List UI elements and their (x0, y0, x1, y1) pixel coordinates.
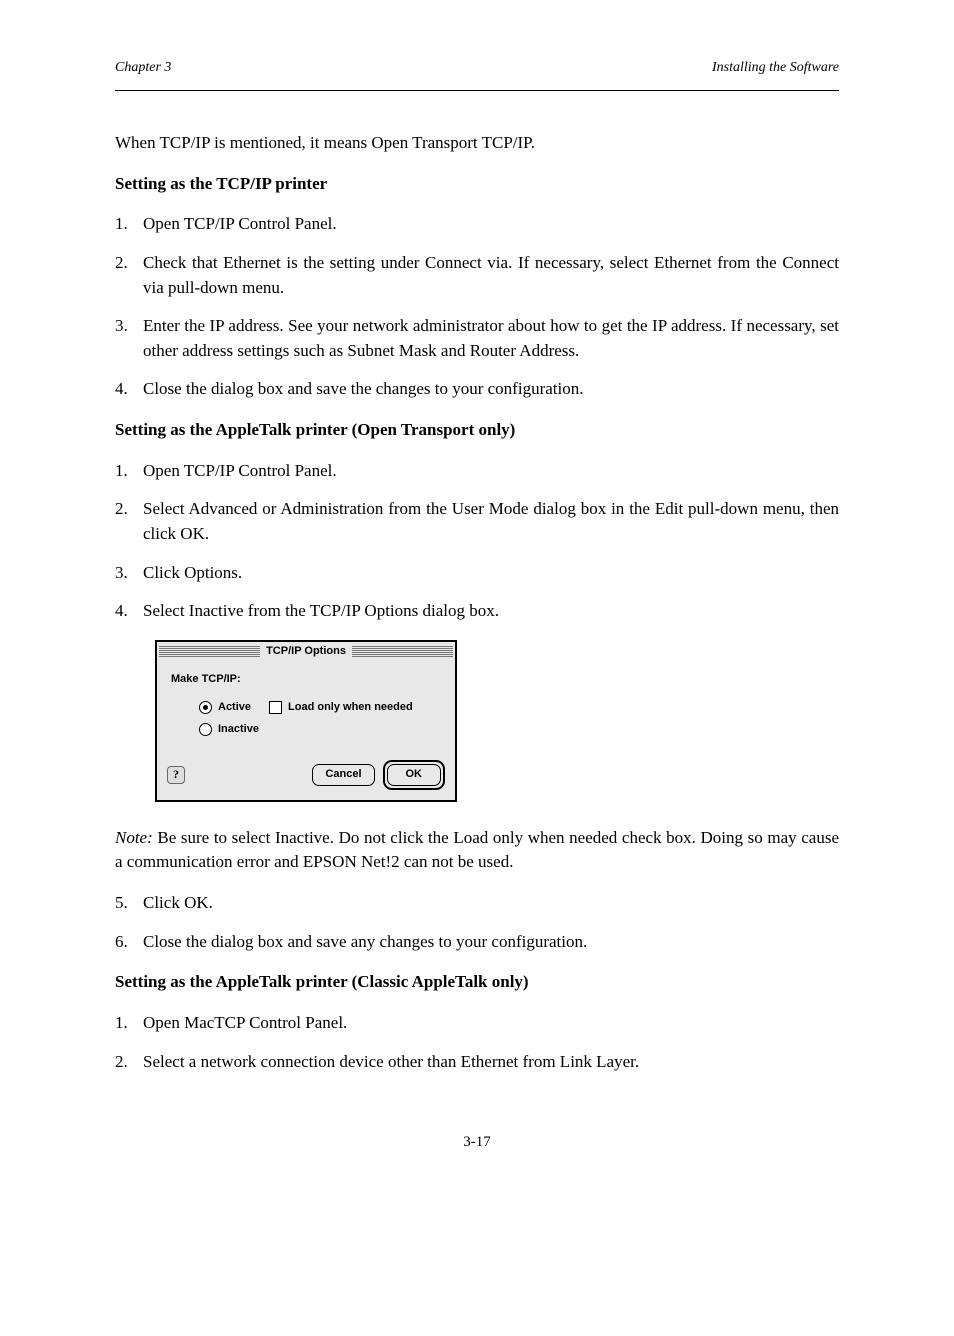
page-header: Chapter 3 Installing the Software (115, 60, 839, 80)
radio-inactive-label: Inactive (218, 722, 259, 738)
appletalk-classic-steps: 1.Open MacTCP Control Panel. 2.Select a … (115, 1011, 839, 1074)
appletalk-ot-steps: 1.Open TCP/IP Control Panel. 2.Select Ad… (115, 459, 839, 624)
intro-paragraph: When TCP/IP is mentioned, it means Open … (115, 131, 839, 156)
radio-active-label: Active (218, 700, 251, 716)
tcpip-steps: 1.Open TCP/IP Control Panel. 2.Check tha… (115, 212, 839, 402)
checkbox-load-only[interactable] (269, 701, 282, 714)
radio-active[interactable] (199, 701, 212, 714)
help-icon[interactable]: ? (167, 766, 185, 784)
section-heading-appletalk-classic: Setting as the AppleTalk printer (Classi… (115, 972, 529, 991)
appletalk-ot-steps-cont: 5.Click OK. 6.Close the dialog box and s… (115, 891, 839, 954)
titlebar-hatch-right (352, 646, 453, 658)
dialog-titlebar: TCP/IP Options (159, 644, 453, 660)
header-chapter: Chapter 3 (115, 60, 171, 76)
ok-button-frame: OK (383, 760, 446, 790)
ok-button[interactable]: OK (387, 764, 442, 786)
dialog-title: TCP/IP Options (260, 644, 352, 660)
note-text: Be sure to select Inactive. Do not click… (115, 828, 839, 872)
cancel-button[interactable]: Cancel (312, 764, 374, 786)
appletalk-ot-step-2: Select Advanced or Administration from t… (143, 497, 839, 546)
titlebar-hatch-left (159, 646, 260, 658)
note-label: Note: (115, 828, 153, 847)
tcpip-step-2: Check that Ethernet is the setting under… (143, 251, 839, 300)
appletalk-ot-step-1: Open TCP/IP Control Panel. (143, 459, 839, 484)
checkbox-load-only-label: Load only when needed (288, 700, 413, 716)
appletalk-ot-step-5: Click OK. (143, 891, 839, 916)
section-heading-tcpip: Setting as the TCP/IP printer (115, 174, 327, 193)
appletalk-ot-step-3: Click Options. (143, 561, 839, 586)
appletalk-classic-step-2: Select a network connection device other… (143, 1050, 839, 1075)
appletalk-classic-step-1: Open MacTCP Control Panel. (143, 1011, 839, 1036)
tcpip-step-3: Enter the IP address. See your network a… (143, 314, 839, 363)
section-heading-appletalk-ot: Setting as the AppleTalk printer (Open T… (115, 420, 515, 439)
header-rule (115, 90, 839, 91)
tcpip-options-dialog: TCP/IP Options Make TCP/IP: Active Load … (155, 640, 457, 802)
appletalk-ot-step-4: Select Inactive from the TCP/IP Options … (143, 599, 839, 624)
appletalk-ot-step-6: Close the dialog box and save any change… (143, 930, 839, 955)
note-paragraph: Note: Be sure to select Inactive. Do not… (115, 826, 839, 875)
radio-inactive[interactable] (199, 723, 212, 736)
make-tcpip-label: Make TCP/IP: (171, 672, 441, 688)
tcpip-step-1: Open TCP/IP Control Panel. (143, 212, 839, 237)
tcpip-step-4: Close the dialog box and save the change… (143, 377, 839, 402)
page-number: 3-17 (115, 1134, 839, 1151)
header-title: Installing the Software (712, 60, 839, 76)
